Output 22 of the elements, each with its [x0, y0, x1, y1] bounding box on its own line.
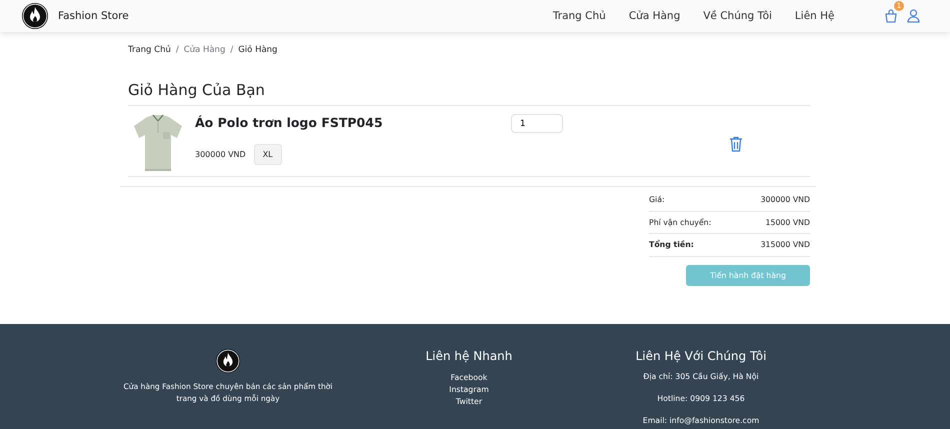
cart-title: Giỏ Hàng Của Bạn: [128, 81, 266, 99]
size-tag: XL: [254, 144, 282, 165]
column-heading: Liên hệ Nhanh: [426, 349, 512, 363]
footer-logo-icon: [216, 349, 240, 373]
product-price: 300000 VND: [195, 150, 246, 159]
breadcrumb-item[interactable]: Cửa Hàng: [184, 45, 226, 57]
shopping-bag-icon[interactable]: [884, 9, 898, 23]
breadcrumb-separator: /: [176, 45, 179, 57]
nav-link[interactable]: Về Chúng Tôi: [692, 10, 784, 22]
product-name: Áo Polo trơn logo FSTP045: [195, 115, 384, 130]
user-icon[interactable]: [907, 9, 920, 23]
nav-link[interactable]: Liên Hệ: [783, 10, 846, 22]
nav-link[interactable]: Cửa Hàng: [617, 10, 692, 22]
breadcrumb-item[interactable]: Trang Chủ: [128, 45, 171, 57]
column-heading: Liên Hệ Với Chúng Tôi: [636, 349, 766, 363]
breadcrumb-item[interactable]: Giỏ Hàng: [238, 45, 278, 57]
brand-name[interactable]: Fashion Store: [58, 10, 129, 22]
nav-link[interactable]: Trang Chủ: [541, 10, 618, 22]
quantity-field[interactable]: 1: [511, 114, 563, 133]
logo-icon: [22, 3, 48, 29]
trash-icon[interactable]: [729, 136, 743, 152]
breadcrumb-separator: /: [230, 45, 234, 57]
